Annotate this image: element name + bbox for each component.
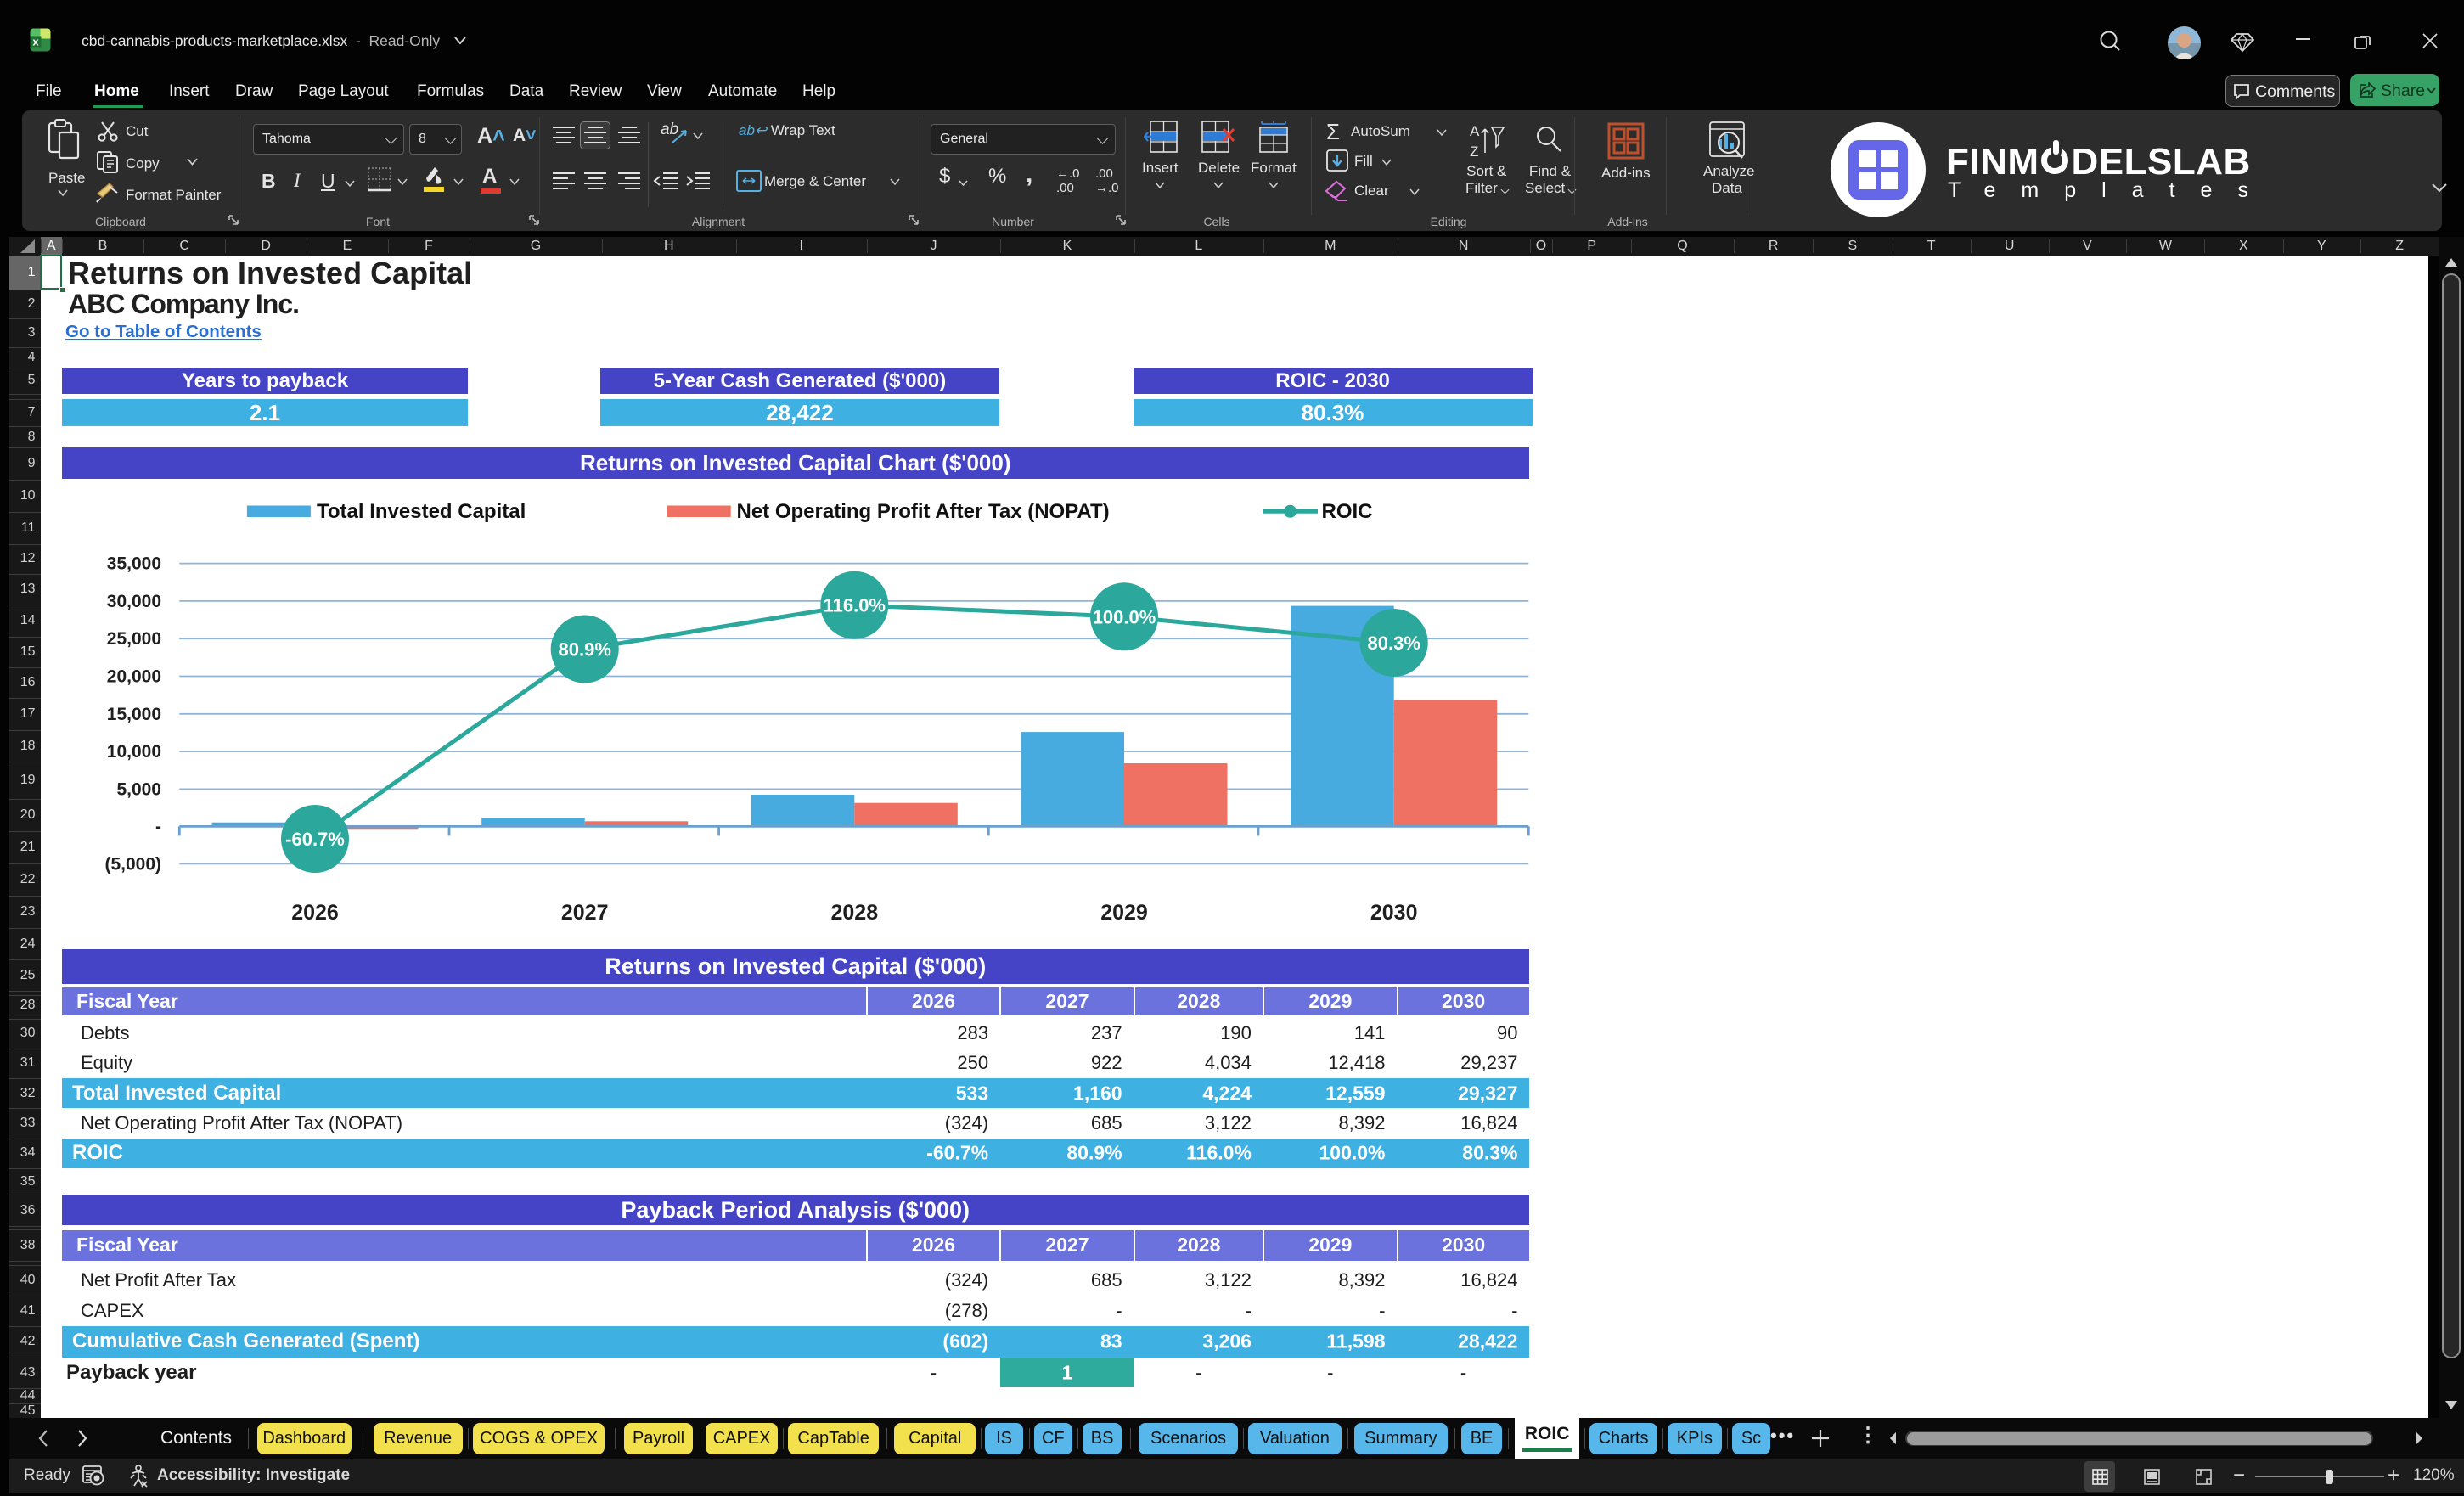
svg-text:Net Operating Profit After Tax: Net Operating Profit After Tax (NOPAT) <box>737 500 1110 523</box>
svg-text:116.0%: 116.0% <box>824 595 886 616</box>
svg-text:5,000: 5,000 <box>116 779 161 799</box>
svg-text:2028: 2028 <box>830 901 878 925</box>
svg-text:100.0%: 100.0% <box>1093 606 1156 627</box>
svg-text:10,000: 10,000 <box>107 742 161 762</box>
svg-text:A: A <box>1470 123 1480 139</box>
svg-text:-60.7%: -60.7% <box>285 829 345 850</box>
svg-text:Total Invested Capital: Total Invested Capital <box>317 500 526 523</box>
svg-text:2029: 2029 <box>1100 901 1148 925</box>
svg-text:20,000: 20,000 <box>107 667 161 687</box>
svg-text:35,000: 35,000 <box>107 554 161 574</box>
svg-text:ROIC: ROIC <box>1322 500 1373 523</box>
svg-text:80.3%: 80.3% <box>1368 633 1420 654</box>
svg-text:2026: 2026 <box>291 901 339 925</box>
svg-text:30,000: 30,000 <box>107 592 161 611</box>
svg-text:-: - <box>155 817 161 836</box>
svg-text:25,000: 25,000 <box>107 629 161 649</box>
svg-text:Z: Z <box>1470 143 1478 160</box>
svg-text:(5,000): (5,000) <box>104 854 161 874</box>
svg-text:2030: 2030 <box>1370 901 1418 925</box>
svg-text:80.9%: 80.9% <box>559 639 611 661</box>
svg-text:x: x <box>32 36 39 48</box>
svg-text:2027: 2027 <box>561 901 609 925</box>
svg-text:15,000: 15,000 <box>107 705 161 724</box>
